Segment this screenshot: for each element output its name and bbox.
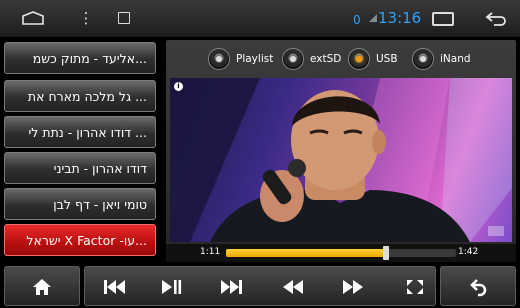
- rewind-icon[interactable]: [281, 267, 305, 307]
- playlist-item[interactable]: טומי ויאן - דף לבן: [4, 188, 156, 220]
- home-outline-icon[interactable]: [22, 11, 44, 25]
- control-bar: [0, 264, 520, 308]
- source-label: iNand: [440, 53, 471, 65]
- elapsed-time: 1:11: [200, 247, 221, 257]
- playlist-item[interactable]: אליעד - מתוק כשמ...: [4, 42, 156, 74]
- info-icon[interactable]: i: [174, 82, 183, 91]
- fast-forward-icon[interactable]: [341, 267, 365, 307]
- source-label: USB: [376, 53, 398, 65]
- recent-apps-icon[interactable]: [432, 12, 454, 26]
- play-pause-icon[interactable]: [159, 267, 183, 307]
- signal-icon: [369, 14, 377, 22]
- radio-icon: [282, 48, 304, 70]
- status-bar: ⋮ 0 13:16: [0, 0, 520, 37]
- previous-icon[interactable]: [101, 267, 127, 307]
- playlist-item[interactable]: דודו אהרון - תביני: [4, 152, 156, 184]
- progress-fill: [226, 249, 387, 257]
- source-label: Playlist: [236, 53, 274, 65]
- next-icon[interactable]: [219, 267, 245, 307]
- radio-icon: [208, 48, 230, 70]
- clock-time: 13:16: [378, 9, 422, 27]
- video-display[interactable]: i: [170, 78, 512, 242]
- home-button[interactable]: [4, 266, 80, 306]
- menu-dots-icon[interactable]: ⋮: [78, 8, 94, 28]
- transport-controls: [84, 266, 436, 306]
- image-icon[interactable]: [118, 12, 130, 24]
- back-icon: [470, 279, 487, 297]
- fullscreen-icon[interactable]: [405, 267, 425, 307]
- playlist-item[interactable]: דודו אהרון - נתת לי ...: [4, 116, 156, 148]
- radio-icon: [412, 48, 434, 70]
- back-arrow-icon[interactable]: [484, 11, 508, 27]
- source-label: extSD: [310, 53, 342, 65]
- seek-bar[interactable]: 1:11 1:42: [166, 244, 516, 262]
- source-selector: Playlist extSD USB iNand: [166, 45, 516, 73]
- source-playlist-button[interactable]: Playlist: [208, 45, 273, 73]
- notification-count: 0: [353, 13, 361, 27]
- source-inand-button[interactable]: iNand: [412, 45, 471, 73]
- home-icon: [33, 279, 51, 295]
- playlist-item[interactable]: גל מלכה מארח את ...: [4, 80, 156, 112]
- source-usb-button[interactable]: USB: [348, 45, 398, 73]
- radio-selected-icon: [348, 48, 370, 70]
- source-extsd-button[interactable]: extSD: [282, 45, 341, 73]
- duration-time: 1:42: [458, 247, 479, 257]
- back-button[interactable]: [440, 266, 516, 306]
- video-frame: [170, 78, 512, 242]
- progress-thumb[interactable]: [383, 246, 390, 260]
- playlist-item-active[interactable]: ישראל X Factor -עו...: [4, 224, 156, 256]
- progress-track[interactable]: [226, 246, 456, 260]
